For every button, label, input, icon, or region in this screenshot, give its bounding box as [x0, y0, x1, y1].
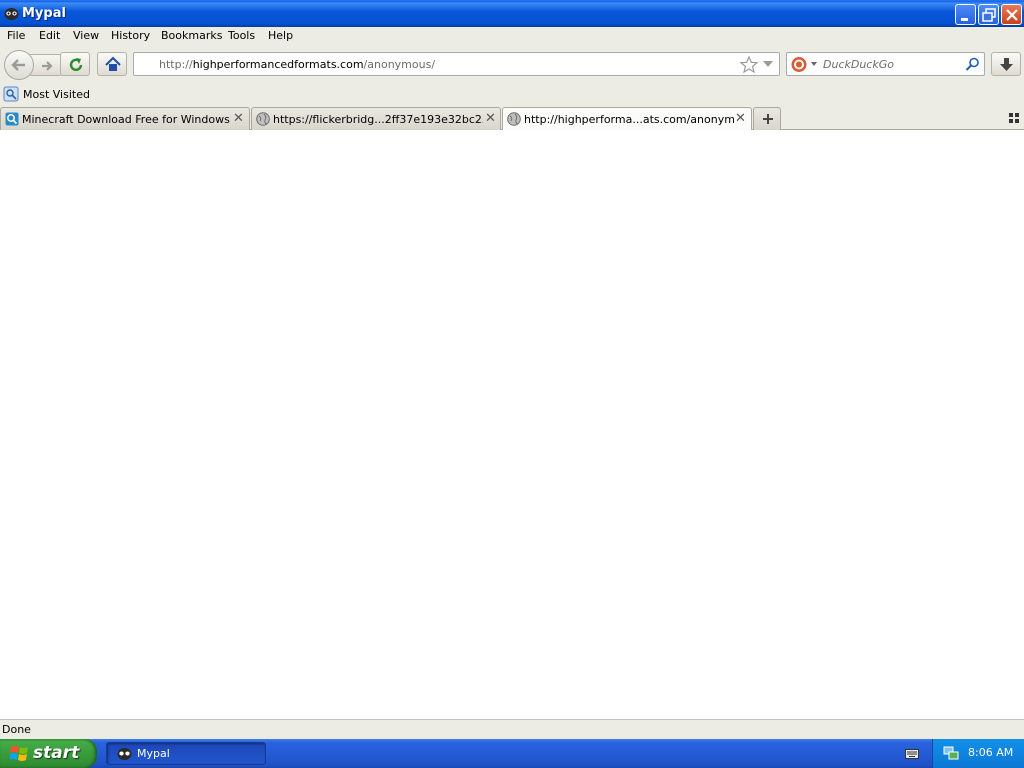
forward-arrow-icon [42, 61, 53, 71]
bookmarks-toolbar: Most Visited [0, 84, 1024, 105]
mypal-app-icon [4, 8, 19, 20]
plus-icon [763, 114, 773, 124]
minimize-icon [961, 18, 968, 21]
search-placeholder: DuckDuckGo [823, 58, 894, 71]
menu-edit[interactable]: Edit [39, 29, 60, 42]
taskbar: start Mypal 8:06 AM [0, 739, 1024, 768]
new-tab-button[interactable] [753, 107, 781, 130]
globe-icon [507, 112, 521, 126]
menu-history[interactable]: History [111, 29, 150, 42]
url-dropdown-icon[interactable] [763, 61, 773, 68]
tab-flickerbridge[interactable]: https://flickerbridg...2ff37e193e32bc252… [251, 107, 501, 130]
restore-icon [982, 8, 996, 22]
restore-button[interactable] [978, 4, 999, 25]
forward-button[interactable] [30, 54, 62, 76]
start-button[interactable]: start [0, 739, 97, 768]
tab-strip: Minecraft Download Free for Windows 7,..… [0, 105, 1024, 131]
menu-file[interactable]: File [7, 29, 25, 42]
menu-bookmarks[interactable]: Bookmarks [161, 29, 222, 42]
most-visited-bookmark[interactable]: Most Visited [23, 88, 90, 101]
windows-logo-icon [10, 746, 28, 761]
tab-close-icon[interactable]: ✕ [233, 111, 244, 126]
search-engine-dropdown-icon[interactable] [811, 62, 817, 67]
start-label: start [33, 743, 80, 763]
tab-highperformance[interactable]: http://highperforma...ats.com/anonymous/… [502, 107, 752, 131]
search-site-favicon [5, 112, 19, 126]
url-bar[interactable]: http://highperformancedformats.com/anony… [133, 52, 780, 76]
tab-label: https://flickerbridg...2ff37e193e32bc252… [273, 113, 483, 126]
url-scheme: http:// [159, 58, 193, 71]
close-button[interactable] [1001, 4, 1022, 25]
search-icon[interactable] [965, 57, 980, 72]
tab-label: http://highperforma...ats.com/anonymous/ [524, 113, 734, 126]
tab-label: Minecraft Download Free for Windows 7,..… [22, 113, 232, 126]
taskbar-mypal-label: Mypal [137, 747, 170, 760]
navigation-toolbar: http://highperformancedformats.com/anony… [0, 46, 1024, 84]
tab-minecraft[interactable]: Minecraft Download Free for Windows 7,..… [0, 107, 250, 130]
minimize-button[interactable] [955, 4, 976, 25]
network-icon[interactable] [943, 745, 959, 761]
url-path: /anonymous/ [363, 58, 436, 71]
tab-close-icon[interactable]: ✕ [485, 111, 496, 126]
title-bar: Mypal [0, 0, 1024, 27]
back-arrow-icon [11, 59, 25, 71]
clock: 8:06 AM [968, 746, 1014, 759]
close-icon [1006, 9, 1018, 21]
keyboard-icon[interactable] [905, 747, 919, 760]
menu-bar: File Edit View History Bookmarks Tools H… [0, 27, 1024, 46]
system-tray: 8:06 AM [932, 739, 1024, 768]
most-visited-icon [3, 86, 19, 102]
duckduckgo-engine-icon[interactable] [791, 56, 809, 73]
mypal-app-icon [117, 748, 132, 760]
status-bar: Done [0, 719, 1024, 739]
tab-close-icon[interactable]: ✕ [735, 111, 746, 126]
status-text: Done [2, 723, 31, 736]
taskbar-mypal-button[interactable]: Mypal [106, 742, 266, 765]
back-button[interactable] [4, 50, 34, 80]
reload-icon [69, 58, 83, 72]
download-icon [1000, 58, 1013, 71]
back-forward-group [4, 50, 62, 80]
search-bar[interactable]: DuckDuckGo [786, 52, 985, 76]
tab-groups-icon[interactable] [1008, 112, 1020, 124]
home-button[interactable] [97, 52, 127, 76]
downloads-button[interactable] [991, 52, 1021, 76]
globe-icon [256, 112, 270, 126]
reload-button[interactable] [60, 52, 90, 76]
menu-help[interactable]: Help [268, 29, 293, 42]
home-icon [105, 56, 121, 71]
page-content[interactable] [0, 130, 1024, 719]
window-title: Mypal [22, 6, 66, 21]
bookmark-star-icon[interactable] [740, 56, 758, 73]
url-text: http://highperformancedformats.com/anony… [159, 58, 435, 71]
menu-view[interactable]: View [73, 29, 99, 42]
url-host: highperformancedformats.com [192, 58, 364, 71]
menu-tools[interactable]: Tools [228, 29, 255, 42]
